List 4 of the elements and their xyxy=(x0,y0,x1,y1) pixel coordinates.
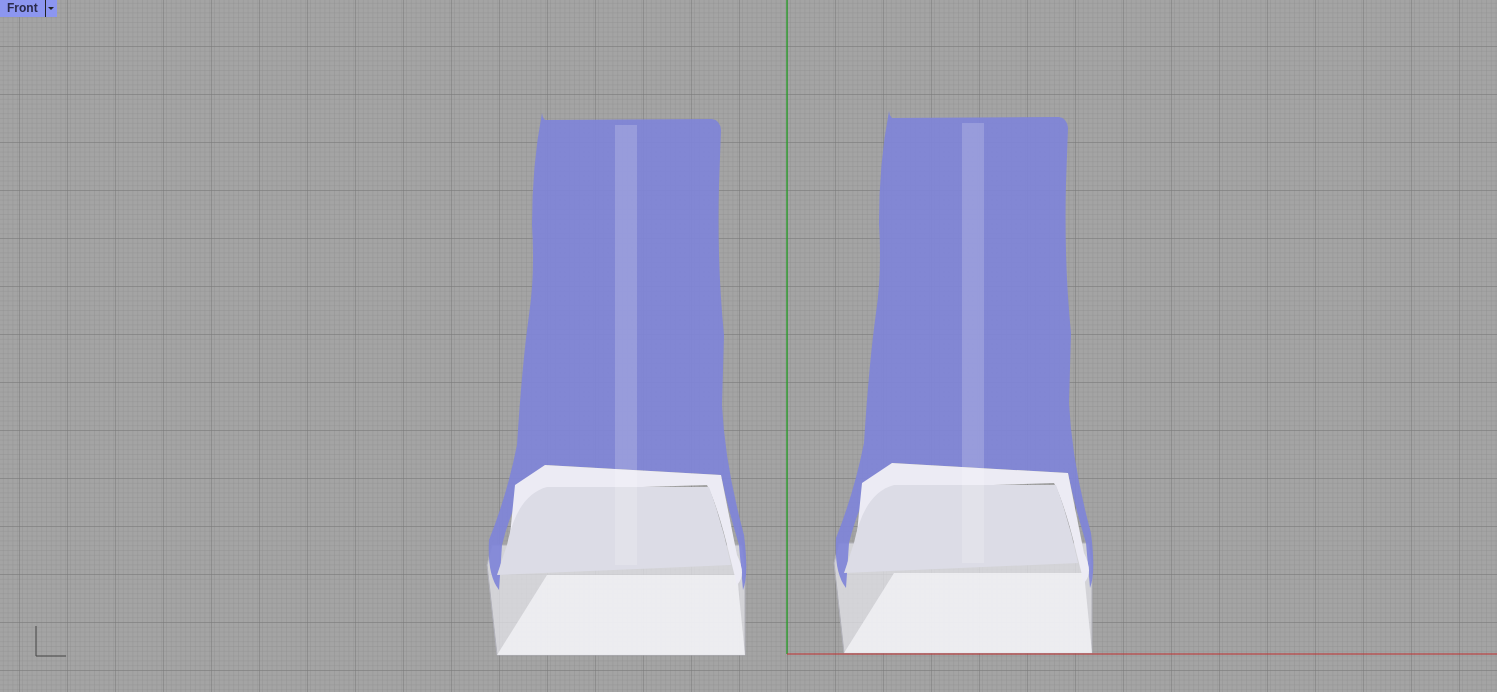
axis-icon xyxy=(35,625,67,657)
viewport[interactable]: Front xyxy=(0,0,1497,692)
viewport-tab[interactable]: Front xyxy=(0,0,57,17)
viewport-title: Front xyxy=(6,0,39,17)
